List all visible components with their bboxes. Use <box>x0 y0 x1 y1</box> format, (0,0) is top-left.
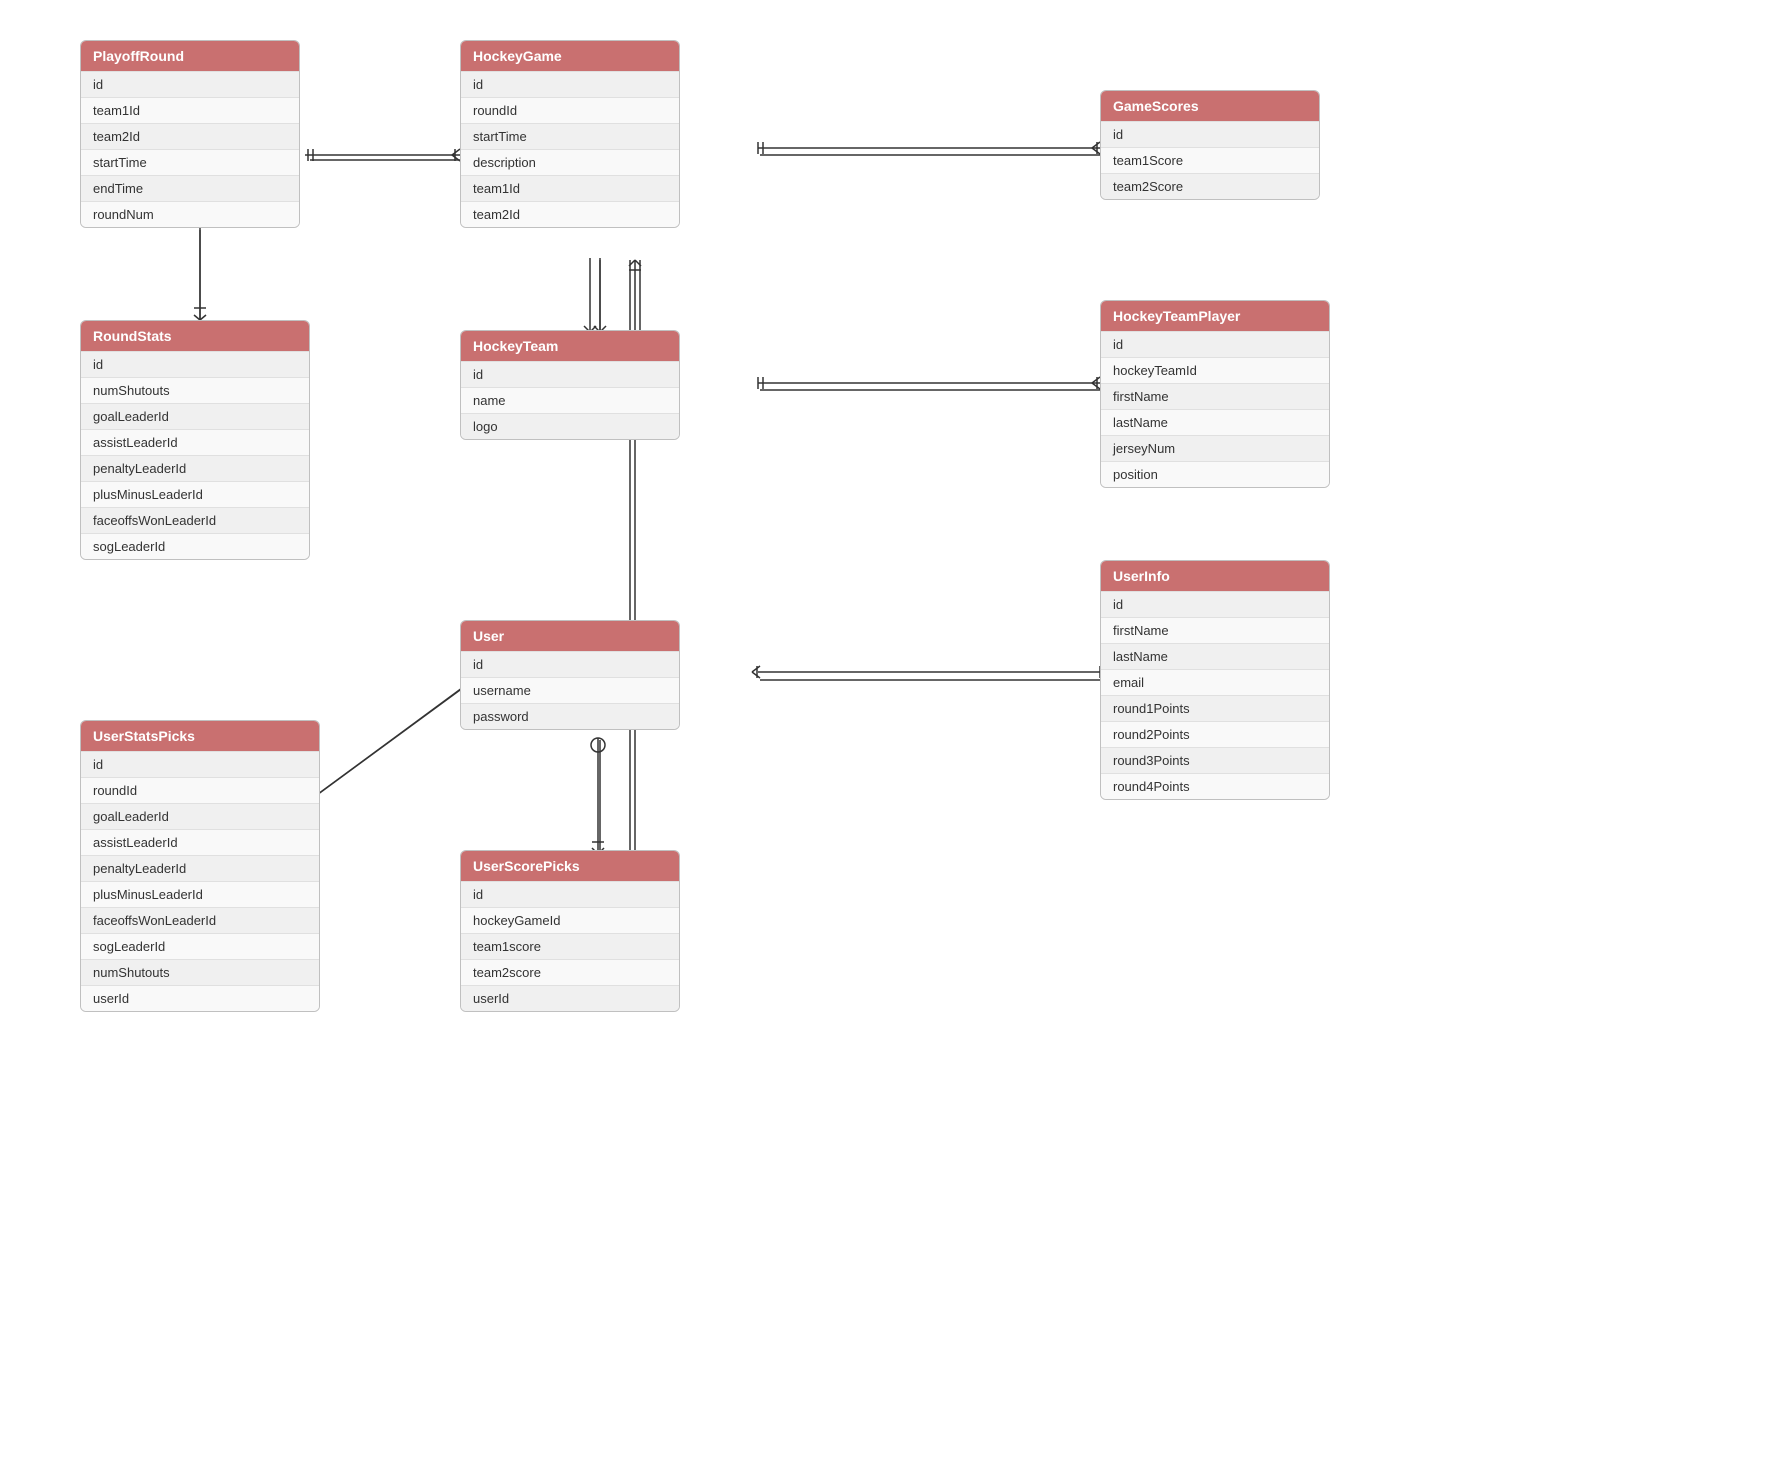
field-playoffround-team1id: team1Id <box>81 97 299 123</box>
field-userinfo-round1points: round1Points <box>1101 695 1329 721</box>
field-hockeyteamplayer-id: id <box>1101 331 1329 357</box>
field-playoffround-starttime: startTime <box>81 149 299 175</box>
field-userstatspicks-assistleaderid: assistLeaderId <box>81 829 319 855</box>
field-hockeyteamplayer-hockeyteamid: hockeyTeamId <box>1101 357 1329 383</box>
field-user-id: id <box>461 651 679 677</box>
field-hockeyteamplayer-position: position <box>1101 461 1329 487</box>
field-userscorepicks-team2score: team2score <box>461 959 679 985</box>
field-hockeyteam-id: id <box>461 361 679 387</box>
entity-userscorepicks-header: UserScorePicks <box>461 851 679 881</box>
field-userinfo-id: id <box>1101 591 1329 617</box>
field-userstatspicks-faceoffswonleaderid: faceoffsWonLeaderId <box>81 907 319 933</box>
entity-roundstats-header: RoundStats <box>81 321 309 351</box>
field-userstatspicks-goalleaderid: goalLeaderId <box>81 803 319 829</box>
field-userstatspicks-penaltyleaderid: penaltyLeaderId <box>81 855 319 881</box>
entity-gamescores-header: GameScores <box>1101 91 1319 121</box>
field-hockeyteam-logo: logo <box>461 413 679 439</box>
field-userstatspicks-userid: userId <box>81 985 319 1011</box>
entity-hockeyteamplayer: HockeyTeamPlayer id hockeyTeamId firstNa… <box>1100 300 1330 488</box>
field-userinfo-email: email <box>1101 669 1329 695</box>
field-hockeygame-team1id: team1Id <box>461 175 679 201</box>
field-userstatspicks-sogleaderid: sogLeaderId <box>81 933 319 959</box>
field-hockeyteamplayer-jerseynum: jerseyNum <box>1101 435 1329 461</box>
field-playoffround-id: id <box>81 71 299 97</box>
field-user-username: username <box>461 677 679 703</box>
entity-user-header: User <box>461 621 679 651</box>
field-userstatspicks-numshutouts: numShutouts <box>81 959 319 985</box>
field-hockeygame-starttime: startTime <box>461 123 679 149</box>
field-roundstats-sogleaderid: sogLeaderId <box>81 533 309 559</box>
entity-userstatspicks: UserStatsPicks id roundId goalLeaderId a… <box>80 720 320 1012</box>
field-userinfo-lastname: lastName <box>1101 643 1329 669</box>
field-gamescores-team2score: team2Score <box>1101 173 1319 199</box>
field-roundstats-goalleaderid: goalLeaderId <box>81 403 309 429</box>
field-userstatspicks-roundid: roundId <box>81 777 319 803</box>
field-roundstats-id: id <box>81 351 309 377</box>
entity-hockeyteam-header: HockeyTeam <box>461 331 679 361</box>
entity-hockeyteam: HockeyTeam id name logo <box>460 330 680 440</box>
field-roundstats-penaltyleaderid: penaltyLeaderId <box>81 455 309 481</box>
field-hockeyteamplayer-lastname: lastName <box>1101 409 1329 435</box>
field-roundstats-faceoffswonleaderid: faceoffsWonLeaderId <box>81 507 309 533</box>
entity-userscorepicks: UserScorePicks id hockeyGameId team1scor… <box>460 850 680 1012</box>
field-userscorepicks-userid: userId <box>461 985 679 1011</box>
field-userinfo-firstname: firstName <box>1101 617 1329 643</box>
entity-hockeygame-header: HockeyGame <box>461 41 679 71</box>
entity-playoffround: PlayoffRound id team1Id team2Id startTim… <box>80 40 300 228</box>
entity-userinfo: UserInfo id firstName lastName email rou… <box>1100 560 1330 800</box>
entity-userstatspicks-header: UserStatsPicks <box>81 721 319 751</box>
field-userinfo-round2points: round2Points <box>1101 721 1329 747</box>
field-gamescores-team1score: team1Score <box>1101 147 1319 173</box>
field-roundstats-numshutouts: numShutouts <box>81 377 309 403</box>
field-userscorepicks-team1score: team1score <box>461 933 679 959</box>
entity-roundstats: RoundStats id numShutouts goalLeaderId a… <box>80 320 310 560</box>
field-playoffround-roundnum: roundNum <box>81 201 299 227</box>
field-hockeygame-description: description <box>461 149 679 175</box>
entity-hockeygame: HockeyGame id roundId startTime descript… <box>460 40 680 228</box>
field-hockeyteamplayer-firstname: firstName <box>1101 383 1329 409</box>
field-roundstats-plusminusleaderid: plusMinusLeaderId <box>81 481 309 507</box>
field-userinfo-round3points: round3Points <box>1101 747 1329 773</box>
field-userstatspicks-plusminusleaderid: plusMinusLeaderId <box>81 881 319 907</box>
diagram-container: PlayoffRound id team1Id team2Id startTim… <box>0 0 1768 1482</box>
field-userscorepicks-id: id <box>461 881 679 907</box>
field-playoffround-team2id: team2Id <box>81 123 299 149</box>
field-hockeygame-roundid: roundId <box>461 97 679 123</box>
field-user-password: password <box>461 703 679 729</box>
field-userscorepicks-hockeygameid: hockeyGameId <box>461 907 679 933</box>
entity-userinfo-header: UserInfo <box>1101 561 1329 591</box>
entity-playoffround-header: PlayoffRound <box>81 41 299 71</box>
field-hockeyteam-name: name <box>461 387 679 413</box>
entity-hockeyteamplayer-header: HockeyTeamPlayer <box>1101 301 1329 331</box>
field-playoffround-endtime: endTime <box>81 175 299 201</box>
field-userstatspicks-id: id <box>81 751 319 777</box>
field-userinfo-round4points: round4Points <box>1101 773 1329 799</box>
field-hockeygame-id: id <box>461 71 679 97</box>
field-hockeygame-team2id: team2Id <box>461 201 679 227</box>
field-roundstats-assistleaderid: assistLeaderId <box>81 429 309 455</box>
field-gamescores-id: id <box>1101 121 1319 147</box>
entity-gamescores: GameScores id team1Score team2Score <box>1100 90 1320 200</box>
entity-user: User id username password <box>460 620 680 730</box>
